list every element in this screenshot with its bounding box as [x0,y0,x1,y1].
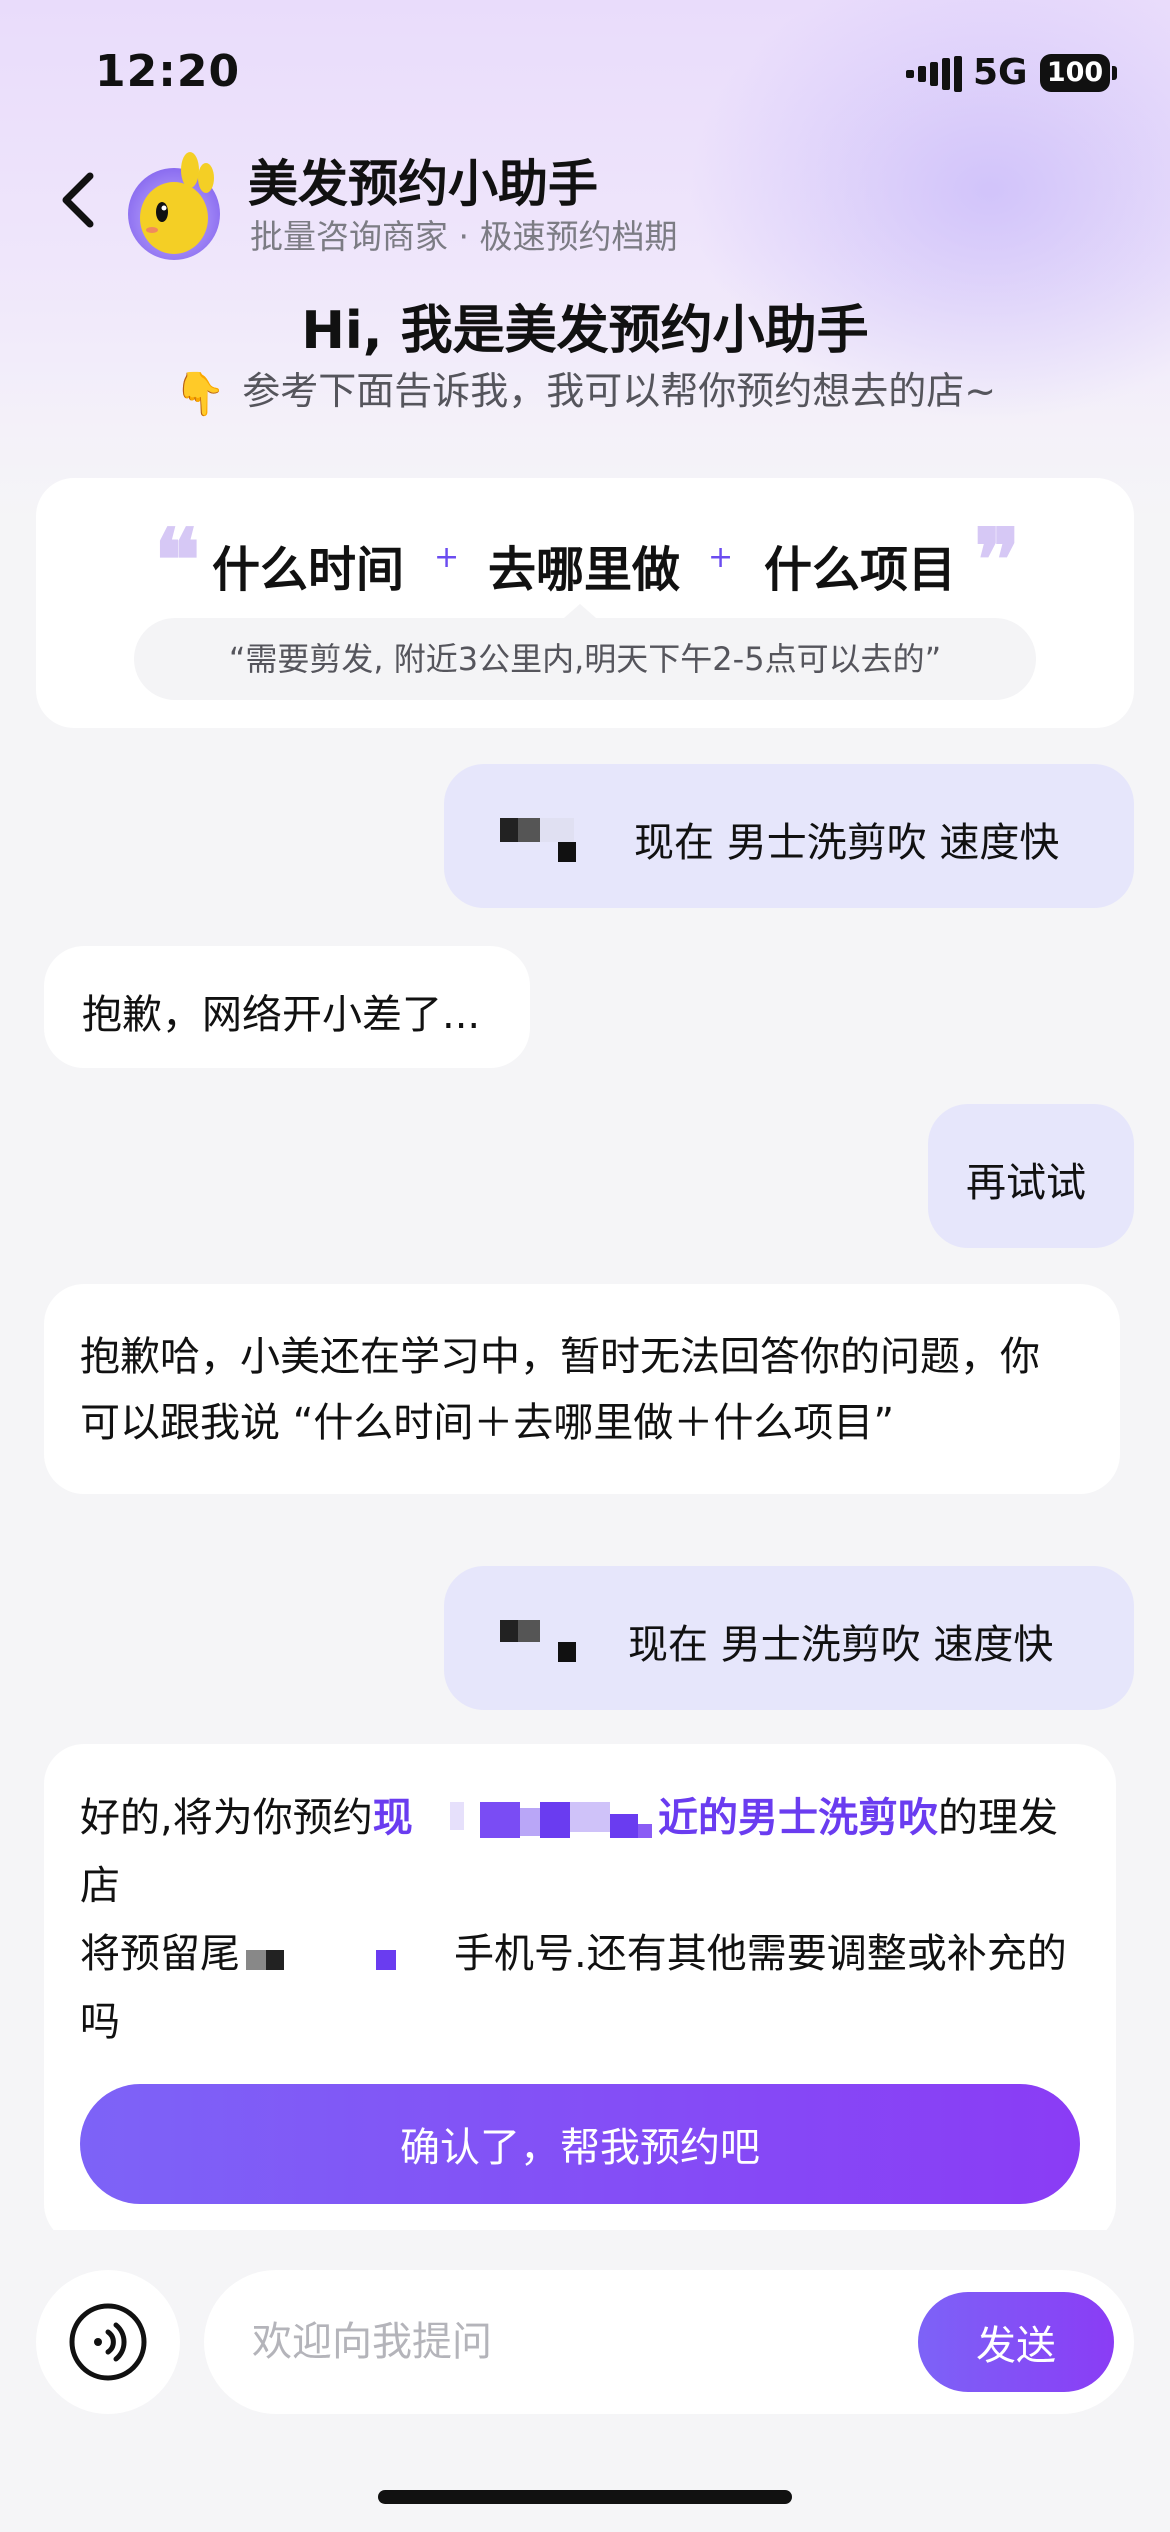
template-part-service: 什么项目 [764,542,957,598]
redacted-text [520,1808,540,1836]
user-message[interactable]: 现在 男士洗剪吹 速度快 [444,764,1134,908]
redacted-text [480,1802,520,1838]
bot-message-line: 好的,将为你预约现 近的男士洗剪吹的理发 [80,1784,1080,1852]
bot-message-line: 可以跟我说 “什么时间＋去哪里做＋什么项目” [80,1400,895,1446]
chat-screen: 12:20 5G 100 美发预约小助手 批量咨询商家 · 极速预约档期 Hi,… [0,0,1170,2532]
pointing-down-icon: 👇 [173,369,227,418]
greeting-title: Hi, 我是美发预约小助手 [301,301,869,361]
message-input[interactable] [252,2270,872,2414]
battery-icon: 100 [1040,54,1117,92]
booking-prefix: 好的,将为你预约 [80,1795,373,1841]
header-subtitle: 批量咨询商家 · 极速预约档期 [250,217,678,256]
template-plus: + [708,540,734,575]
bot-message-line: 将预留尾 手机号.还有其他需要调整或补充的 [80,1920,1080,1988]
confirm-booking-button[interactable]: 确认了，帮我预约吧 [80,2084,1080,2204]
network-type: 5G [973,52,1028,93]
bot-message-line: 吗 [80,1999,120,2045]
booking-suffix: 的理发 [938,1795,1058,1841]
user-message-text: 现在 男士洗剪吹 速度快 [628,1622,1054,1668]
redacted-text [450,1802,464,1830]
greeting-hint: 👇 参考下面告诉我，我可以帮你预约想去的店~ [0,360,1170,419]
template-part-time: 什么时间 [212,542,405,598]
redacted-text [540,818,574,842]
quote-close-icon: ❞ [974,510,1021,611]
bot-message-line: 抱歉哈，小美还在学习中，暂时无法回答你的问题，你 [80,1334,1040,1380]
signal-icon [906,56,962,92]
bot-message[interactable]: 抱歉哈，小美还在学习中，暂时无法回答你的问题，你 可以跟我说 “什么时间＋去哪里… [44,1284,1120,1494]
redacted-text [610,1814,638,1838]
redacted-text [518,818,540,842]
user-message[interactable]: 再试试 [928,1104,1134,1248]
back-button[interactable] [50,160,110,240]
redacted-text [638,1824,652,1838]
redacted-text [540,1802,570,1838]
home-indicator[interactable] [378,2490,792,2504]
query-template-card: ❝ 什么时间 + 去哪里做 + 什么项目 ❞ “需要剪发, 附近3公里内,明天下… [36,478,1134,728]
voice-input-icon [69,2303,147,2381]
bot-message-text: 好的,将为你预约现 近的男士洗剪吹的理发 店 将预留尾 手机号.还有其他需要调整… [80,1784,1080,2056]
booking-highlight-start: 现 [372,1795,413,1841]
send-button[interactable]: 发送 [918,2292,1114,2392]
bot-message-text: 抱歉哈，小美还在学习中，暂时无法回答你的问题，你 可以跟我说 “什么时间＋去哪里… [80,1324,1040,1456]
quote-open-icon: ❝ [154,510,201,611]
booking-highlight-end: 近的男士洗剪吹 [658,1795,938,1841]
redacted-text [558,1642,576,1662]
status-time: 12:20 [95,46,241,97]
redacted-text [266,1950,284,1970]
booking-line3-start: 将预留尾 [80,1931,240,1977]
booking-highlight-wrap: 近的男士洗剪吹的理发 [658,1784,1058,1852]
template-example-text: “需要剪发, 附近3公里内,明天下午2-5点可以去的” [228,640,942,678]
chat-messages[interactable]: 现在 男士洗剪吹 速度快 抱歉，网络开小差了... 再试试 抱歉哈，小美还在学习… [0,740,1170,2230]
template-plus: + [434,540,460,575]
greeting-hint-text: 参考下面告诉我，我可以帮你预约想去的店~ [242,369,997,413]
bot-message[interactable]: 抱歉，网络开小差了... [44,946,530,1068]
redacted-text [518,1620,540,1642]
bot-message-line: 店 [80,1863,120,1909]
message-input-box[interactable]: 发送 [204,2270,1134,2414]
redacted-text [558,842,576,862]
user-message[interactable]: 现在 男士洗剪吹 速度快 [444,1566,1134,1710]
chevron-left-icon [62,172,94,228]
user-message-text: 现在 男士洗剪吹 速度快 [634,820,1060,866]
bot-message-text: 抱歉，网络开小差了... [82,992,481,1038]
avatar [128,152,220,260]
status-bar: 12:20 5G 100 [0,0,1170,140]
template-part-place: 去哪里做 [488,542,681,598]
battery-level: 100 [1046,57,1104,88]
redacted-text [570,1802,610,1832]
template-example[interactable]: “需要剪发, 附近3公里内,明天下午2-5点可以去的” [134,604,1036,700]
header-title: 美发预约小助手 [248,155,598,213]
user-message-text: 再试试 [966,1160,1086,1206]
voice-input-button[interactable] [36,2270,180,2414]
template-row: ❝ 什么时间 + 去哪里做 + 什么项目 ❞ [36,518,1134,604]
bot-booking-message[interactable]: 好的,将为你预约现 近的男士洗剪吹的理发 店 将预留尾 手机号.还有其他需要调整… [44,1744,1116,2230]
redacted-text [376,1950,396,1970]
booking-line3-end: 手机号.还有其他需要调整或补充的 [454,1931,1067,1977]
